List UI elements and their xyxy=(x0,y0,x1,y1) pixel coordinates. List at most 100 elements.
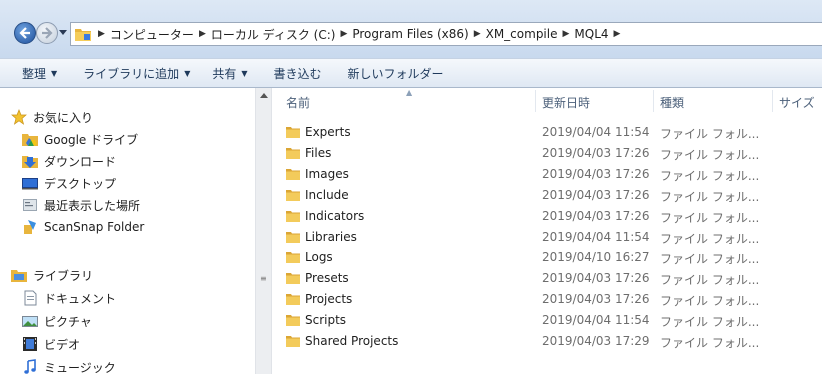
file-type: ファイル フォル... xyxy=(660,252,760,267)
breadcrumb-separator-icon[interactable]: ▶ xyxy=(340,29,347,39)
file-type: ファイル フォル... xyxy=(660,189,760,204)
nav-item-desktop[interactable]: デスクトップ xyxy=(22,172,116,194)
nav-item-label: ダウンロード xyxy=(44,154,117,169)
column-header-type[interactable]: 種類 xyxy=(660,94,684,111)
column-divider[interactable] xyxy=(535,90,536,112)
nav-item-downloads[interactable]: ダウンロード xyxy=(22,150,116,172)
folder-icon xyxy=(286,210,300,222)
file-type: ファイル フォル... xyxy=(660,210,760,225)
burn-button[interactable]: 書き込む xyxy=(274,65,322,82)
nav-item-label: 最近表示した場所 xyxy=(44,198,141,213)
breadcrumb[interactable]: ▶ コンピューター ▶ ローカル ディスク (C:) ▶ Program Fil… xyxy=(70,22,822,46)
file-row[interactable]: Files 2019/04/03 17:26 ファイル フォル... xyxy=(272,143,822,164)
nav-group-libraries[interactable]: ライブラリ xyxy=(11,264,93,286)
file-date: 2019/04/03 17:26 xyxy=(542,208,650,223)
column-divider[interactable] xyxy=(653,90,654,112)
file-date: 2019/04/03 17:26 xyxy=(542,187,650,202)
breadcrumb-xm-compile[interactable]: XM_compile xyxy=(486,27,558,41)
nav-item-documents[interactable]: ドキュメント xyxy=(22,287,116,309)
file-type: ファイル フォル... xyxy=(660,231,760,246)
new-folder-label: 新しいフォルダー xyxy=(347,66,444,81)
file-row[interactable]: Libraries 2019/04/04 11:54 ファイル フォル... xyxy=(272,227,822,248)
file-row[interactable]: Images 2019/04/03 17:26 ファイル フォル... xyxy=(272,164,822,185)
scroll-grip-icon[interactable]: ≡ xyxy=(260,274,267,283)
nav-item-label: ピクチャ xyxy=(44,314,92,329)
file-row[interactable]: Indicators 2019/04/03 17:26 ファイル フォル... xyxy=(272,206,822,227)
chevron-down-icon: ▼ xyxy=(241,68,248,78)
breadcrumb-program-files[interactable]: Program Files (x86) xyxy=(352,27,468,41)
scroll-up-icon[interactable] xyxy=(260,92,268,98)
navigation-scrollbar[interactable]: ≡ xyxy=(255,88,272,374)
breadcrumb-mql4[interactable]: MQL4 xyxy=(574,27,608,41)
file-date: 2019/04/04 11:54 xyxy=(542,229,650,244)
file-name: Scripts xyxy=(305,313,347,328)
videos-icon xyxy=(23,337,37,351)
file-row[interactable]: Projects 2019/04/03 17:26 ファイル フォル... xyxy=(272,289,822,310)
share-button[interactable]: 共有 ▼ xyxy=(212,65,247,82)
file-row[interactable]: Presets 2019/04/03 17:26 ファイル フォル... xyxy=(272,268,822,289)
nav-group-label: ライブラリ xyxy=(33,268,94,283)
column-divider[interactable] xyxy=(772,90,773,112)
folder-icon xyxy=(286,294,300,306)
nav-item-music[interactable]: ミュージック xyxy=(22,356,116,374)
file-row[interactable]: Include 2019/04/03 17:26 ファイル フォル... xyxy=(272,185,822,206)
command-toolbar: 整理 ▼ ライブラリに追加 ▼ 共有 ▼ 書き込む 新しいフォルダー xyxy=(0,58,822,88)
add-to-library-button[interactable]: ライブラリに追加 ▼ xyxy=(83,65,190,82)
file-row[interactable]: Shared Projects 2019/04/03 17:29 ファイル フォル.… xyxy=(272,331,822,352)
breadcrumb-separator-icon[interactable]: ▶ xyxy=(562,29,569,39)
file-name: Projects xyxy=(305,292,353,307)
file-name: Logs xyxy=(305,250,333,265)
file-date: 2019/04/10 16:27 xyxy=(542,250,650,265)
file-type: ファイル フォル... xyxy=(660,273,760,288)
file-type: ファイル フォル... xyxy=(660,147,760,162)
column-header-row: ▲ 名前 更新日時 種類 サイズ xyxy=(272,88,822,114)
nav-item-pictures[interactable]: ピクチャ xyxy=(22,310,92,332)
breadcrumb-computer[interactable]: コンピューター xyxy=(110,26,194,43)
nav-item-scansnap[interactable]: ScanSnap Folder xyxy=(22,216,144,238)
breadcrumb-local-disk[interactable]: ローカル ディスク (C:) xyxy=(211,26,336,43)
column-header-date[interactable]: 更新日時 xyxy=(542,94,590,111)
back-button[interactable] xyxy=(14,22,36,44)
breadcrumb-separator-icon[interactable]: ▶ xyxy=(199,29,206,39)
file-row[interactable]: Scripts 2019/04/04 11:54 ファイル フォル... xyxy=(272,310,822,331)
file-type: ファイル フォル... xyxy=(660,294,760,309)
history-dropdown-icon[interactable] xyxy=(59,28,67,36)
file-row[interactable]: Logs 2019/04/10 16:27 ファイル フォル... xyxy=(272,247,822,268)
nav-item-google-drive[interactable]: Google ドライブ xyxy=(22,128,138,150)
breadcrumb-separator-icon[interactable]: ▶ xyxy=(614,29,621,39)
burn-label: 書き込む xyxy=(273,66,322,81)
forward-button[interactable] xyxy=(36,22,58,44)
folder-icon xyxy=(286,231,300,243)
nav-item-recent-places[interactable]: 最近表示した場所 xyxy=(22,194,140,216)
nav-item-videos[interactable]: ビデオ xyxy=(22,333,80,355)
arrow-left-icon xyxy=(19,27,30,39)
new-folder-button[interactable]: 新しいフォルダー xyxy=(348,65,444,82)
pictures-icon xyxy=(22,316,38,327)
folder-icon xyxy=(286,336,300,347)
file-name: Presets xyxy=(305,271,349,286)
address-bar-region: ▶ コンピューター ▶ ローカル ディスク (C:) ▶ Program Fil… xyxy=(0,0,822,58)
organize-label: 整理 xyxy=(22,66,47,81)
organize-button[interactable]: 整理 ▼ xyxy=(22,65,57,82)
breadcrumb-separator-icon[interactable]: ▶ xyxy=(98,29,105,39)
add-to-library-label: ライブラリに追加 xyxy=(83,66,180,81)
column-header-name[interactable]: 名前 xyxy=(286,94,310,111)
scansnap-icon xyxy=(24,220,36,234)
file-type: ファイル フォル... xyxy=(660,336,760,350)
file-name: Shared Projects xyxy=(305,334,399,348)
nav-item-label: デスクトップ xyxy=(44,176,117,191)
nav-group-favorites[interactable]: お気に入り xyxy=(11,106,93,128)
navigation-pane: お気に入り Google ドライブ ダウンロード デスクトップ 最近表示した場所… xyxy=(0,88,249,374)
arrow-right-icon xyxy=(42,27,53,39)
nav-item-label: ビデオ xyxy=(44,337,81,352)
star-icon xyxy=(11,109,27,125)
folder-icon xyxy=(286,189,300,201)
folder-icon xyxy=(286,273,300,285)
file-row[interactable]: Experts 2019/04/04 11:54 ファイル フォル... xyxy=(272,122,822,143)
column-header-size[interactable]: サイズ xyxy=(779,94,815,111)
sort-ascending-icon: ▲ xyxy=(406,88,413,97)
nav-group-label: お気に入り xyxy=(33,110,94,125)
breadcrumb-separator-icon[interactable]: ▶ xyxy=(474,29,481,39)
chevron-down-icon: ▼ xyxy=(184,68,191,78)
folder-icon xyxy=(286,147,300,159)
